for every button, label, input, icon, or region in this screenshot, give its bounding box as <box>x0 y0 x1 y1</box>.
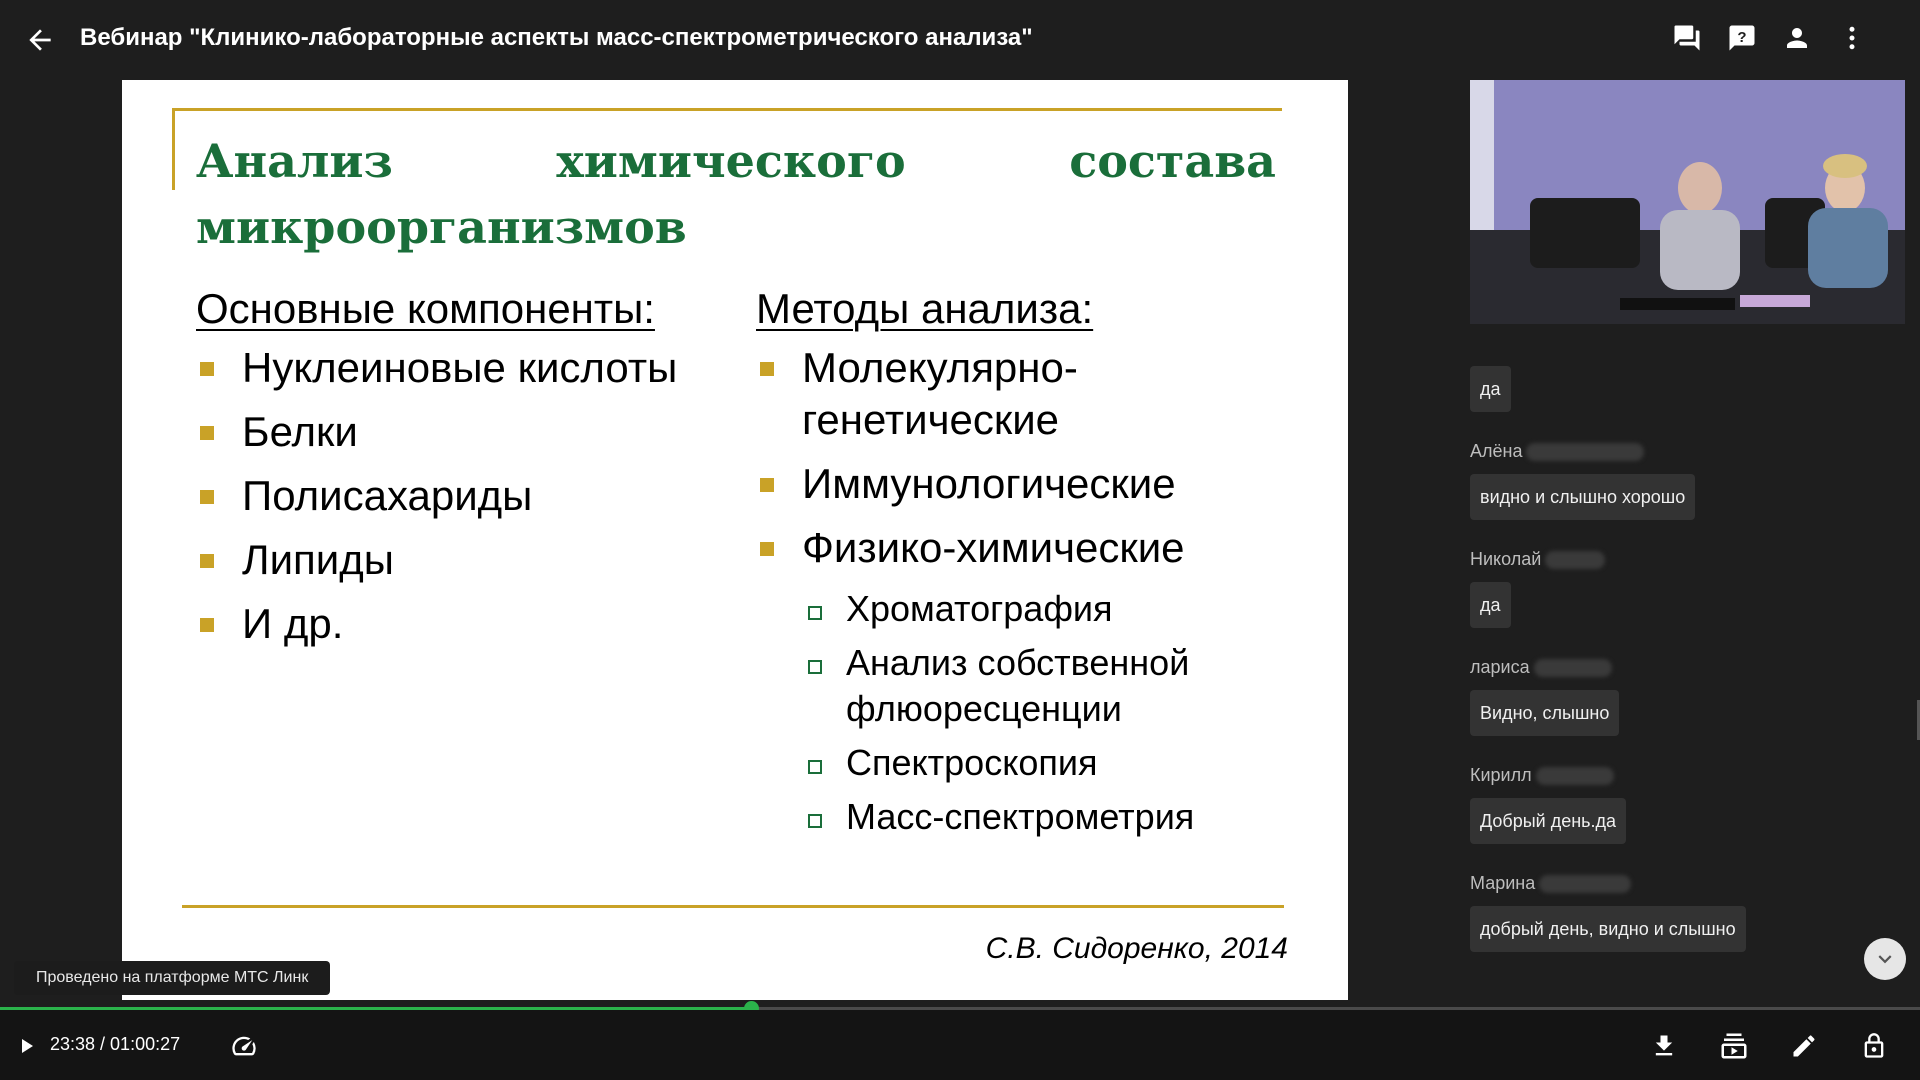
chat-icon[interactable] <box>1667 18 1707 58</box>
slide-title-word: Анализ <box>196 134 393 188</box>
list-item: И др. <box>196 598 736 650</box>
playback-time: 23:38 / 01:00:27 <box>50 1034 181 1054</box>
speaker-video[interactable] <box>1470 80 1905 324</box>
slide-title-word: химического <box>556 134 906 188</box>
list-item: Физико-химические <box>756 522 1316 574</box>
presentation-slide: Анализ химического состава микроорганизм… <box>122 80 1348 1000</box>
slide-title-word: состава <box>1069 134 1276 188</box>
scroll-down-button[interactable] <box>1864 938 1906 980</box>
picture-in-picture-icon[interactable] <box>1718 1030 1750 1062</box>
message-author: лариса <box>1470 654 1910 680</box>
chevron-down-icon <box>1878 955 1892 964</box>
sub-list-item: Масс-спектрометрия <box>756 794 1316 840</box>
chat-panel: да Алёна видно и слышно хорошо Николай д… <box>1470 360 1910 978</box>
slide-footer-line <box>182 905 1284 908</box>
sub-list-item: Спектроскопия <box>756 740 1316 786</box>
slide-title-line2: микроорганизмов <box>196 200 687 254</box>
question-icon[interactable]: ? <box>1722 18 1762 58</box>
chat-message: Алёна видно и слышно хорошо <box>1470 438 1910 546</box>
list-item: Липиды <box>196 534 736 586</box>
platform-badge: Проведено на платформе МТС Линк <box>14 961 331 995</box>
message-author: Николай <box>1470 546 1910 572</box>
sub-list-item: Хроматография <box>756 586 1316 632</box>
components-column: Основные компоненты: Нуклеиновые кислоты… <box>196 280 736 662</box>
pencil-icon[interactable] <box>1788 1030 1820 1062</box>
speed-icon[interactable] <box>228 1030 260 1062</box>
sub-list-item: Анализ собственной флюоресценции <box>756 640 1316 732</box>
back-arrow-icon[interactable] <box>24 24 56 56</box>
list-item: Белки <box>196 406 736 458</box>
person-icon[interactable] <box>1777 18 1817 58</box>
chat-message: Марина добрый день, видно и слышно <box>1470 870 1910 978</box>
chat-message: лариса Видно, слышно <box>1470 654 1910 762</box>
message-author: Кирилл <box>1470 762 1910 788</box>
list-item: Нуклеиновые кислоты <box>196 342 736 394</box>
message-text: да <box>1470 582 1511 628</box>
components-heading: Основные компоненты: <box>196 285 655 332</box>
more-vertical-icon[interactable] <box>1832 18 1872 58</box>
download-icon[interactable] <box>1648 1030 1680 1062</box>
slide-author: С.В. Сидоренко, 2014 <box>985 932 1288 965</box>
lock-icon[interactable] <box>1858 1030 1890 1062</box>
message-author: Алёна <box>1470 438 1910 464</box>
list-item: Полисахариды <box>196 470 736 522</box>
list-item: Иммунологические <box>756 458 1316 510</box>
methods-heading: Методы анализа: <box>756 285 1094 332</box>
chat-message: Николай да <box>1470 546 1910 654</box>
methods-column: Методы анализа: Молекулярно-генетические… <box>756 280 1316 848</box>
chat-message: да <box>1470 360 1910 438</box>
player-controls: 23:38 / 01:00:27 <box>0 1010 1920 1080</box>
list-item: Молекулярно-генетические <box>756 342 1316 446</box>
slide-title: Анализ химического состава микроорганизм… <box>196 128 1276 260</box>
webinar-title: Вебинар "Клинико-лабораторные аспекты ма… <box>80 24 1033 51</box>
message-text: Видно, слышно <box>1470 690 1620 736</box>
message-text: добрый день, видно и слышно <box>1470 906 1746 952</box>
slide-frame-line <box>172 108 1282 111</box>
message-text: Добрый день.да <box>1470 798 1627 844</box>
play-icon[interactable] <box>10 1030 42 1062</box>
chat-message: Кирилл Добрый день.да <box>1470 762 1910 870</box>
message-text: видно и слышно хорошо <box>1470 474 1696 520</box>
message-text: да <box>1470 366 1511 412</box>
message-author: Марина <box>1470 870 1910 896</box>
slide-frame-line <box>172 108 175 190</box>
top-bar: Вебинар "Клинико-лабораторные аспекты ма… <box>0 0 1920 78</box>
svg-text:?: ? <box>1737 29 1746 46</box>
